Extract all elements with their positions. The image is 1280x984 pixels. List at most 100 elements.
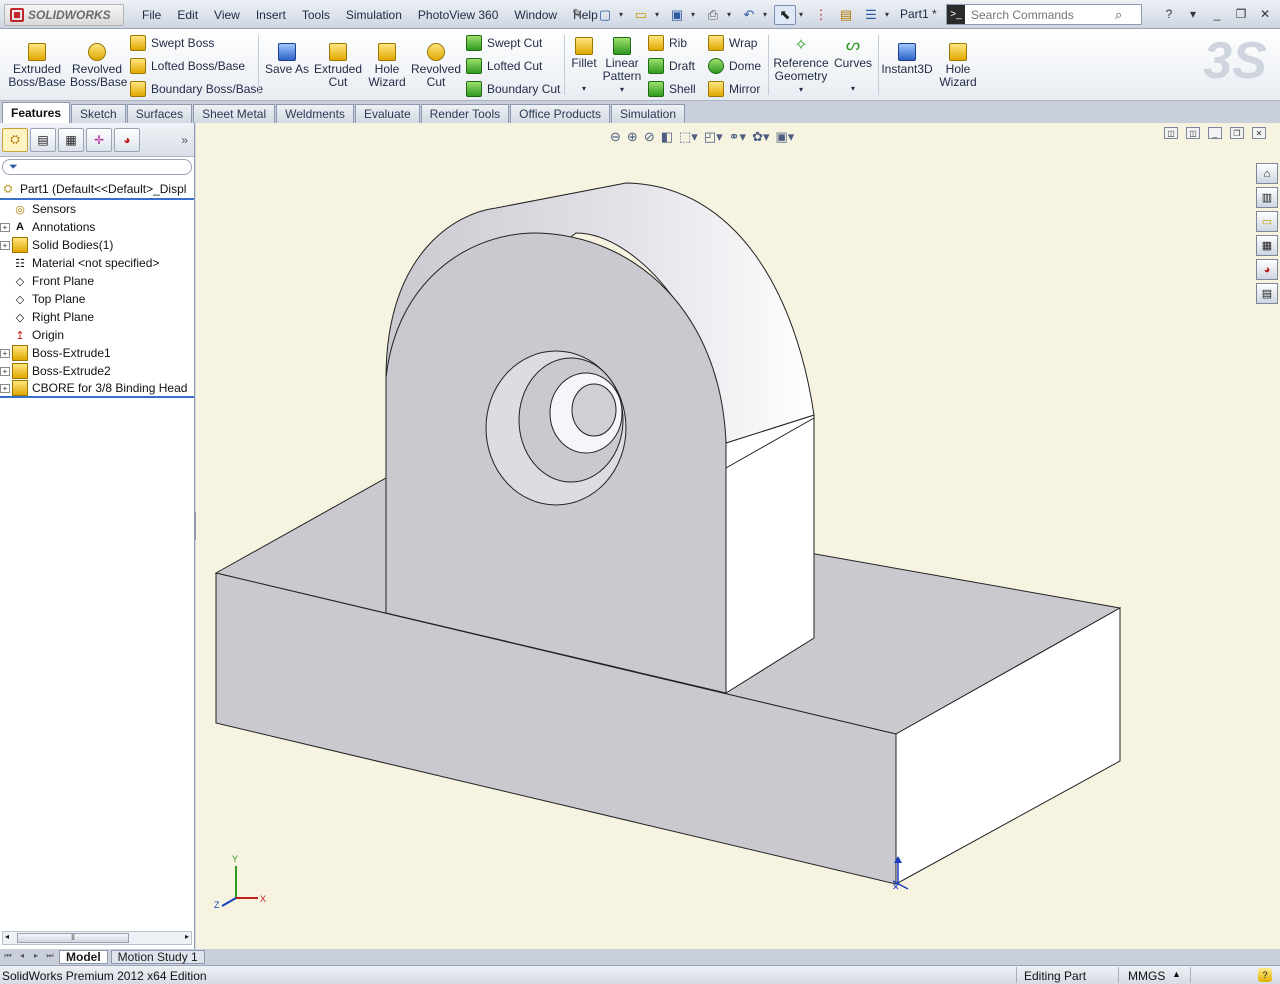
appearances-icon[interactable]: ◕	[1256, 259, 1278, 280]
help-icon[interactable]: ?	[1160, 5, 1178, 23]
feature-manager-tab-icon[interactable]: ⛭	[2, 127, 28, 152]
menu-photoview[interactable]: PhotoView 360	[410, 8, 507, 22]
hide-show-items-icon[interactable]: ⚭▾	[729, 129, 746, 145]
first-tab-icon[interactable]: ⏮	[2, 951, 14, 963]
linear-pattern-dropdown-icon[interactable]: ▾	[600, 83, 644, 96]
configuration-manager-tab-icon[interactable]: ▦	[58, 127, 84, 152]
expand-icon[interactable]: +	[0, 240, 10, 250]
tree-filter[interactable]: ⏷	[2, 159, 192, 175]
swept-cut-button[interactable]: Swept Cut	[466, 35, 542, 51]
extruded-boss-button[interactable]: Extruded Boss/Base	[8, 43, 66, 89]
menu-file[interactable]: File	[134, 8, 169, 22]
menu-tools[interactable]: Tools	[294, 8, 338, 22]
property-manager-tab-icon[interactable]: ▤	[30, 127, 56, 152]
viewport-single-icon[interactable]: ◫	[1164, 127, 1178, 139]
lofted-boss-button[interactable]: Lofted Boss/Base	[130, 58, 245, 74]
help-dropdown-icon[interactable]: ▾	[1184, 5, 1202, 23]
fillet-dropdown-icon[interactable]: ▾	[568, 82, 600, 95]
close-icon[interactable]: ✕	[1256, 5, 1274, 23]
zoom-to-area-icon[interactable]: ⊕	[627, 129, 638, 145]
open-folder-icon[interactable]: ▭	[630, 5, 652, 25]
previous-view-icon[interactable]: ⊘	[644, 129, 655, 145]
expand-icon[interactable]: +	[0, 348, 10, 358]
menu-window[interactable]: Window	[506, 8, 565, 22]
tree-item-boss-extrude2[interactable]: + Boss-Extrude2	[0, 362, 194, 380]
tab-surfaces[interactable]: Surfaces	[126, 104, 193, 123]
menu-simulation[interactable]: Simulation	[338, 8, 410, 22]
tree-horizontal-scrollbar[interactable]: ◂ ⦀ ▸	[2, 931, 192, 945]
scrollbar-thumb[interactable]: ⦀	[17, 933, 129, 943]
tab-motion-study-1[interactable]: Motion Study 1	[110, 950, 205, 964]
tab-simulation[interactable]: Simulation	[610, 104, 685, 123]
tree-item-annotations[interactable]: + A Annotations	[0, 218, 194, 236]
options-icon[interactable]: ☰	[860, 5, 882, 25]
viewport-minimize-icon[interactable]: _	[1208, 127, 1222, 139]
expand-icon[interactable]: +	[0, 383, 10, 393]
more-tabs-icon[interactable]: »	[181, 133, 188, 147]
graphics-area[interactable]: ✕ Y X Z ⊖ ⊕ ⊘ ◧ ⬚▾ ◰▾ ⚭▾ ✿▾ ▣▾ ◫ ◫ _ ❐ ✕…	[196, 123, 1280, 949]
rebuild-traffic-light-icon[interactable]: ⋮	[810, 5, 832, 25]
hole-wizard-2-button[interactable]: Hole Wizard	[936, 43, 980, 89]
wrap-button[interactable]: Wrap	[708, 35, 757, 51]
quick-tips-help-icon[interactable]: ?	[1258, 968, 1272, 982]
tab-sheet-metal[interactable]: Sheet Metal	[193, 104, 276, 123]
open-dropdown-icon[interactable]: ▾	[655, 10, 663, 19]
expand-icon[interactable]: +	[0, 222, 10, 232]
view-orientation-icon[interactable]: ⬚▾	[679, 129, 698, 145]
tree-item-top-plane[interactable]: ◇ Top Plane	[0, 290, 194, 308]
solidworks-resources-icon[interactable]: ⌂	[1256, 163, 1278, 184]
shell-button[interactable]: Shell	[648, 81, 696, 97]
extruded-cut-button[interactable]: Extruded Cut	[312, 43, 364, 89]
boundary-boss-button[interactable]: Boundary Boss/Base	[130, 81, 263, 97]
display-manager-tab-icon[interactable]: ◕	[114, 127, 140, 152]
next-tab-icon[interactable]: ▸	[30, 951, 42, 963]
hole-wizard-button[interactable]: Hole Wizard	[366, 43, 408, 89]
tree-item-material[interactable]: ☷ Material <not specified>	[0, 254, 194, 272]
tab-render-tools[interactable]: Render Tools	[420, 104, 510, 123]
select-dropdown-icon[interactable]: ▾	[799, 10, 807, 19]
instant3d-button[interactable]: Instant3D	[880, 43, 934, 76]
menu-insert[interactable]: Insert	[248, 8, 294, 22]
swept-boss-button[interactable]: Swept Boss	[130, 35, 214, 51]
draft-button[interactable]: Draft	[648, 58, 695, 74]
design-library-icon[interactable]: ▥	[1256, 187, 1278, 208]
dimxpert-manager-tab-icon[interactable]: ✛	[86, 127, 112, 152]
dome-button[interactable]: Dome	[708, 58, 761, 74]
solidworks-logo[interactable]: SOLIDWORKS	[4, 4, 124, 26]
boundary-cut-button[interactable]: Boundary Cut	[466, 81, 560, 97]
tab-weldments[interactable]: Weldments	[276, 104, 354, 123]
search-input[interactable]	[965, 7, 1115, 22]
expand-icon[interactable]: +	[0, 366, 10, 376]
zoom-to-fit-icon[interactable]: ⊖	[610, 129, 621, 145]
viewport-split-icon[interactable]: ◫	[1186, 127, 1200, 139]
viewport-close-icon[interactable]: ✕	[1252, 127, 1266, 139]
scroll-left-icon[interactable]: ◂	[5, 932, 9, 941]
viewport-restore-icon[interactable]: ❐	[1230, 127, 1244, 139]
tab-sketch[interactable]: Sketch	[71, 104, 126, 123]
print-icon[interactable]: ⎙	[702, 5, 724, 25]
revolved-boss-button[interactable]: Revolved Boss/Base	[70, 43, 127, 89]
fillet-button[interactable]: Fillet ▾	[568, 37, 600, 95]
linear-pattern-button[interactable]: Linear Pattern ▾	[600, 37, 644, 96]
view-palette-icon[interactable]: ▦	[1256, 235, 1278, 256]
display-style-icon[interactable]: ◰▾	[704, 129, 723, 145]
select-pointer-icon[interactable]: ⬉	[774, 4, 796, 25]
lofted-cut-button[interactable]: Lofted Cut	[466, 58, 542, 74]
save-icon[interactable]: ▣	[666, 5, 688, 25]
revolved-cut-button[interactable]: Revolved Cut	[410, 43, 462, 89]
view-settings-icon[interactable]: ▣▾	[775, 129, 794, 145]
save-dropdown-icon[interactable]: ▾	[691, 10, 699, 19]
reference-geometry-button[interactable]: ✧ Reference Geometry ▾	[772, 37, 830, 96]
curves-button[interactable]: ᔕ Curves ▾	[832, 37, 874, 95]
units-dropdown-icon[interactable]: ▲	[1172, 969, 1181, 979]
file-explorer-icon[interactable]: ▭	[1256, 211, 1278, 232]
tree-item-right-plane[interactable]: ◇ Right Plane	[0, 308, 194, 326]
prev-tab-icon[interactable]: ◂	[16, 951, 28, 963]
status-units[interactable]: MMGS	[1128, 969, 1165, 983]
options-dropdown-icon[interactable]: ▾	[885, 10, 893, 19]
tree-item-origin[interactable]: ↥ Origin	[0, 326, 194, 344]
tree-item-cbore[interactable]: + CBORE for 3/8 Binding Head	[0, 380, 194, 398]
menu-edit[interactable]: Edit	[169, 8, 206, 22]
undo-dropdown-icon[interactable]: ▾	[763, 10, 771, 19]
tab-evaluate[interactable]: Evaluate	[354, 104, 420, 123]
